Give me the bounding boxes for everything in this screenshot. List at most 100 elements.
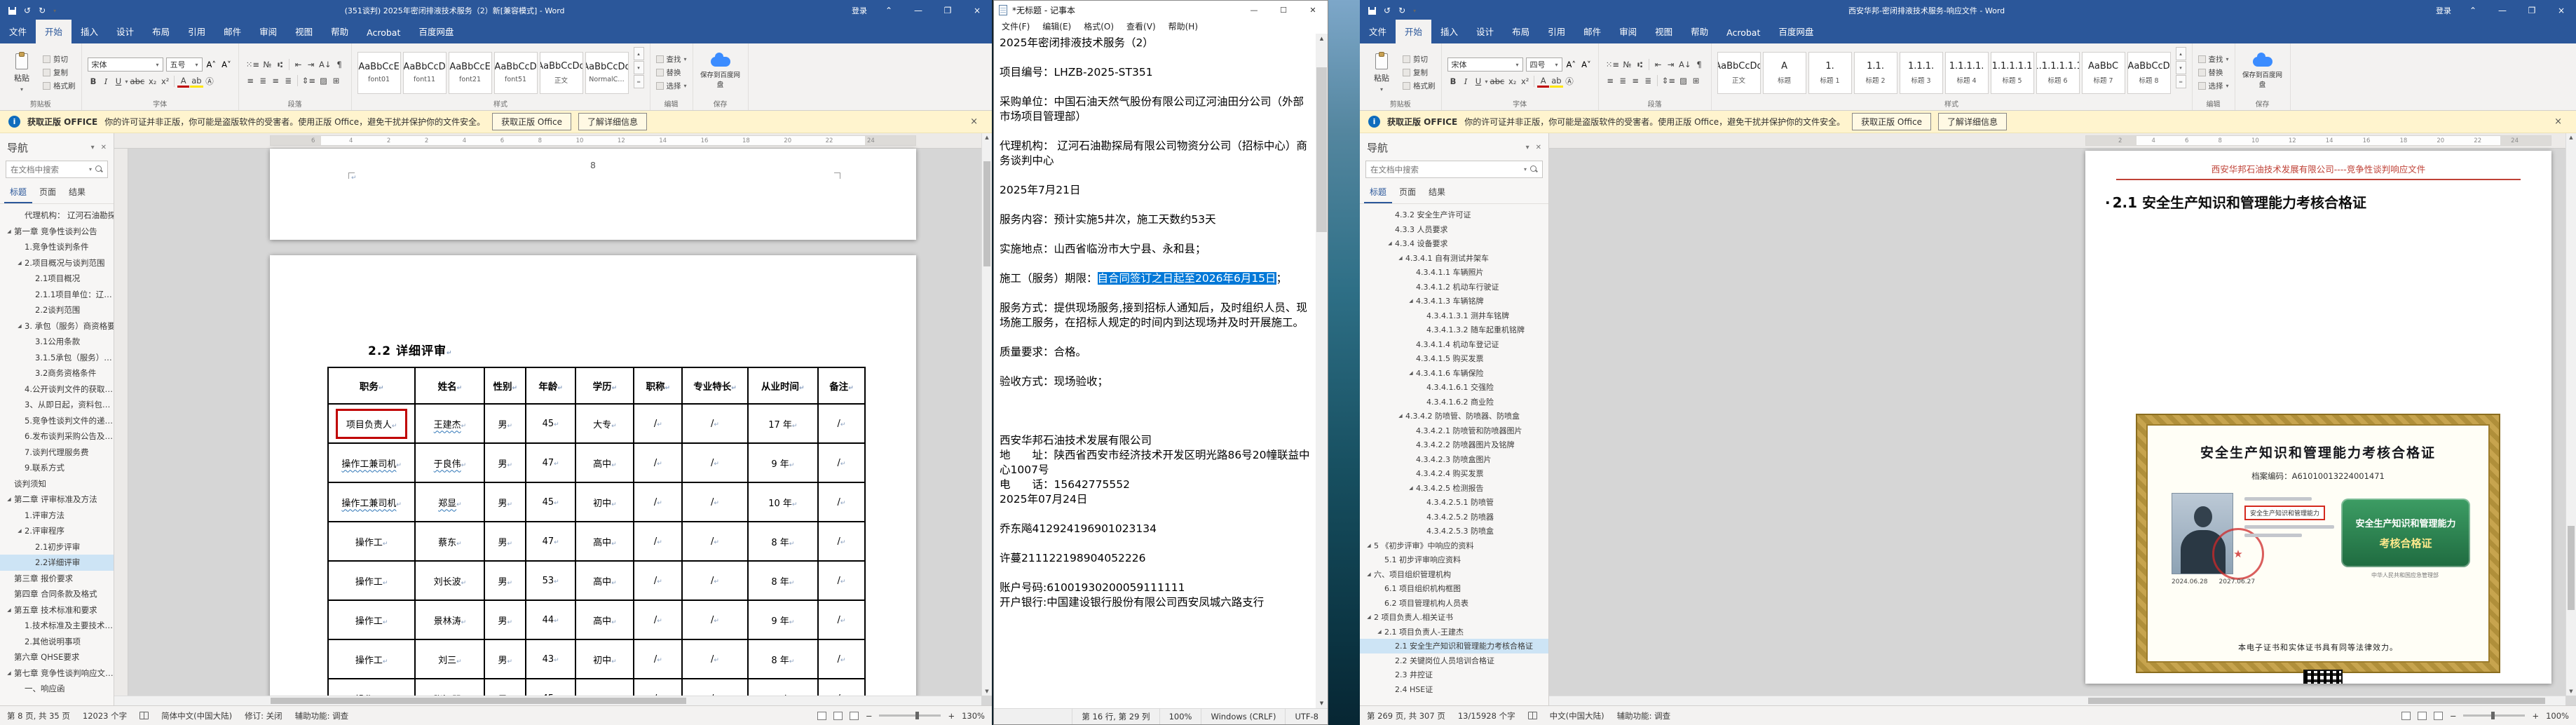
line-spacing-icon[interactable]: ⇕≡ — [1661, 74, 1677, 87]
show-marks-icon[interactable]: ¶ — [1694, 58, 1705, 71]
notepad-editor[interactable]: 2025年密闭排液技术服务（2） 项目编号：LHZB-2025-ST351 采购单位… — [994, 34, 1328, 708]
nav-tree-item[interactable]: 3.1公用条款 — [0, 334, 114, 350]
ribbon-tab[interactable]: 引用 — [1539, 20, 1574, 43]
nav-tree-item[interactable]: 4.3.4.2.1 防喷管和防喷器图片 — [1360, 424, 1548, 438]
expand-arrow-icon[interactable]: ◢ — [4, 229, 14, 234]
style-tile[interactable]: AaBbC 标题 7 — [2081, 51, 2125, 94]
style-tile[interactable]: AaBbCcE font21 — [448, 51, 492, 94]
ribbon-tab[interactable]: 引用 — [179, 20, 214, 43]
signin-button[interactable]: 登录 — [2436, 5, 2451, 16]
search-icon[interactable] — [1530, 165, 1538, 173]
menu-item[interactable]: 查看(V) — [1121, 19, 1161, 34]
nav-tree-item[interactable]: 6.2 项目管理机构人员表 — [1360, 596, 1548, 611]
numbering-icon[interactable]: № — [261, 58, 273, 71]
nav-tree-item[interactable]: 6.1 项目组织机构框图 — [1360, 581, 1548, 596]
font-size-select[interactable]: 四号 ▾ — [1525, 57, 1562, 72]
nav-tree-item[interactable]: 5.1 初步评审响应资料 — [1360, 553, 1548, 567]
horizontal-scrollbar[interactable] — [114, 696, 981, 705]
nav-tree-item[interactable]: ◢ 2.项目概况与谈判范围 — [0, 255, 114, 271]
ribbon-tab[interactable]: 插入 — [1431, 20, 1467, 43]
print-layout-icon[interactable] — [2417, 711, 2427, 720]
proofing-status[interactable] — [1527, 712, 1537, 719]
ribbon-tab[interactable]: 开始 — [36, 20, 72, 43]
nav-tree-item[interactable]: 9.联系方式 — [0, 460, 114, 476]
shading-icon[interactable]: ▨ — [1677, 74, 1689, 87]
zoom-in-icon[interactable]: + — [948, 711, 955, 721]
subscript-button[interactable]: x₂ — [146, 75, 158, 88]
underline-button[interactable]: U — [1473, 75, 1485, 88]
nav-tree-item[interactable]: 4.3.4.1.3.1 测井车铭牌 — [1360, 309, 1548, 323]
expand-arrow-icon[interactable]: ◢ — [1406, 298, 1416, 304]
cut-button[interactable]: 剪切 — [1403, 54, 1436, 65]
save-to-netdisk-button[interactable]: 保存到百度网盘 — [699, 47, 742, 98]
ribbon-tab[interactable]: Acrobat — [1717, 22, 1769, 43]
style-tile[interactable]: AaBbCcDd NormalC… — [585, 51, 629, 94]
qat-customize-icon[interactable]: ▾ — [53, 8, 56, 14]
horizontal-scrollbar[interactable] — [1549, 696, 2565, 705]
paste-button[interactable]: 粘贴 ▾ — [6, 47, 38, 98]
minimize-button[interactable]: — — [2488, 0, 2517, 21]
cut-button[interactable]: 剪切 — [43, 54, 76, 65]
multilevel-list-icon[interactable]: ⑆ — [274, 58, 286, 71]
nav-tab[interactable]: 页面 — [1393, 184, 1422, 203]
nav-tree-item[interactable]: 4.3.4.2.5.3 防喷盒 — [1360, 524, 1548, 538]
ribbon-tab[interactable]: 审阅 — [250, 20, 286, 43]
nav-tree-item[interactable]: ◢ 4.3.4.2 防喷管、防喷器、防喷盒 — [1360, 409, 1548, 424]
ribbon-tab[interactable]: 邮件 — [214, 20, 250, 43]
get-office-button[interactable]: 获取正版 Office — [1852, 113, 1931, 130]
nav-tree-item[interactable]: 3.1.5承包（服务）… — [0, 350, 114, 366]
justify-icon[interactable]: ≣ — [282, 74, 294, 87]
zoom-level[interactable]: 130% — [962, 711, 985, 721]
style-tile[interactable]: 1.1. 标题 2 — [1853, 51, 1897, 94]
format-painter-button[interactable]: 格式刷 — [1403, 81, 1436, 91]
align-left-icon[interactable]: ≡ — [245, 74, 257, 87]
nav-tree-item[interactable]: 7.谈判代理服务费 — [0, 445, 114, 461]
nav-tree-item[interactable]: 4.3.4.1.6.2 商业险 — [1360, 395, 1548, 409]
search-dropdown-icon[interactable]: ▾ — [1524, 166, 1527, 172]
char-shading-icon[interactable]: Ⓐ — [1564, 75, 1576, 88]
vertical-scrollbar[interactable]: ▲ ▼ — [1316, 34, 1328, 708]
style-tile[interactable]: AaBbCcD font51 — [493, 51, 538, 94]
ribbon-tab[interactable]: 帮助 — [1682, 20, 1717, 43]
expand-arrow-icon[interactable]: ◢ — [15, 323, 25, 329]
vertical-scrollbar[interactable]: ▲ ▼ — [981, 133, 992, 696]
nav-tree-item[interactable]: ◢3. 承包（服务）商资格要求 — [0, 318, 114, 334]
nav-options-icon[interactable]: ▾ — [91, 144, 95, 151]
vertical-scrollbar[interactable]: ▲ ▼ — [2565, 133, 2576, 696]
close-button[interactable]: ✕ — [1298, 1, 1328, 19]
align-center-icon[interactable]: ≣ — [1617, 74, 1629, 87]
shrink-font-icon[interactable]: A˅ — [220, 58, 233, 71]
nav-tab[interactable]: 结果 — [63, 184, 91, 203]
expand-arrow-icon[interactable]: ◢ — [1364, 571, 1374, 577]
replace-button[interactable]: 替换 — [2197, 67, 2229, 78]
bold-button[interactable]: B — [1447, 75, 1459, 88]
sort-icon[interactable]: A↓ — [318, 58, 333, 71]
nav-tree-item[interactable]: 2.其他说明事项 — [0, 634, 114, 650]
menu-item[interactable]: 格式(O) — [1078, 19, 1119, 34]
align-left-icon[interactable]: ≡ — [1604, 74, 1616, 87]
maximize-button[interactable]: ☐ — [1269, 1, 1298, 19]
proofing-status[interactable] — [139, 712, 149, 719]
grow-font-icon[interactable]: A˄ — [205, 58, 218, 71]
nav-tree-item[interactable]: 2.1初步评审 — [0, 539, 114, 555]
redo-icon[interactable]: ↻ — [1398, 6, 1405, 15]
nav-tree-item[interactable]: 2.1项目概况 — [0, 271, 114, 287]
expand-arrow-icon[interactable]: ◢ — [1364, 543, 1374, 548]
nav-tree-item[interactable]: 1.竞争性谈判条件 — [0, 239, 114, 255]
style-tile[interactable]: 1.1.1. 标题 3 — [1899, 51, 1943, 94]
sort-icon[interactable]: A↓ — [1677, 58, 1693, 71]
grow-font-icon[interactable]: A˄ — [1565, 58, 1578, 71]
nav-tree-item[interactable]: 4.公开谈判文件的获取… — [0, 381, 114, 398]
learn-more-button[interactable]: 了解详细信息 — [1937, 113, 2007, 130]
style-tile[interactable]: AaBbCcDd 正文 — [1717, 51, 1761, 94]
align-center-icon[interactable]: ≣ — [257, 74, 269, 87]
zoom-out-icon[interactable]: − — [866, 711, 873, 721]
nav-tree-item[interactable]: 6.发布谈判采购公告及… — [0, 428, 114, 445]
nav-tree-item[interactable]: 一、响应函 — [0, 681, 114, 697]
nav-tree-item[interactable]: 代理机构： 辽河石油勘探局有限公司物资分公… — [0, 208, 114, 224]
ribbon-tab[interactable]: 文件 — [1360, 20, 1396, 43]
decrease-indent-icon[interactable]: ⇤ — [1652, 58, 1664, 71]
nav-tree-item[interactable]: 1.技术标准及主要技术… — [0, 618, 114, 634]
select-button[interactable]: 选择 ▾ — [655, 81, 687, 91]
nav-tree-item[interactable]: 4.3.4.1.3.2 随车起重机铭牌 — [1360, 323, 1548, 337]
